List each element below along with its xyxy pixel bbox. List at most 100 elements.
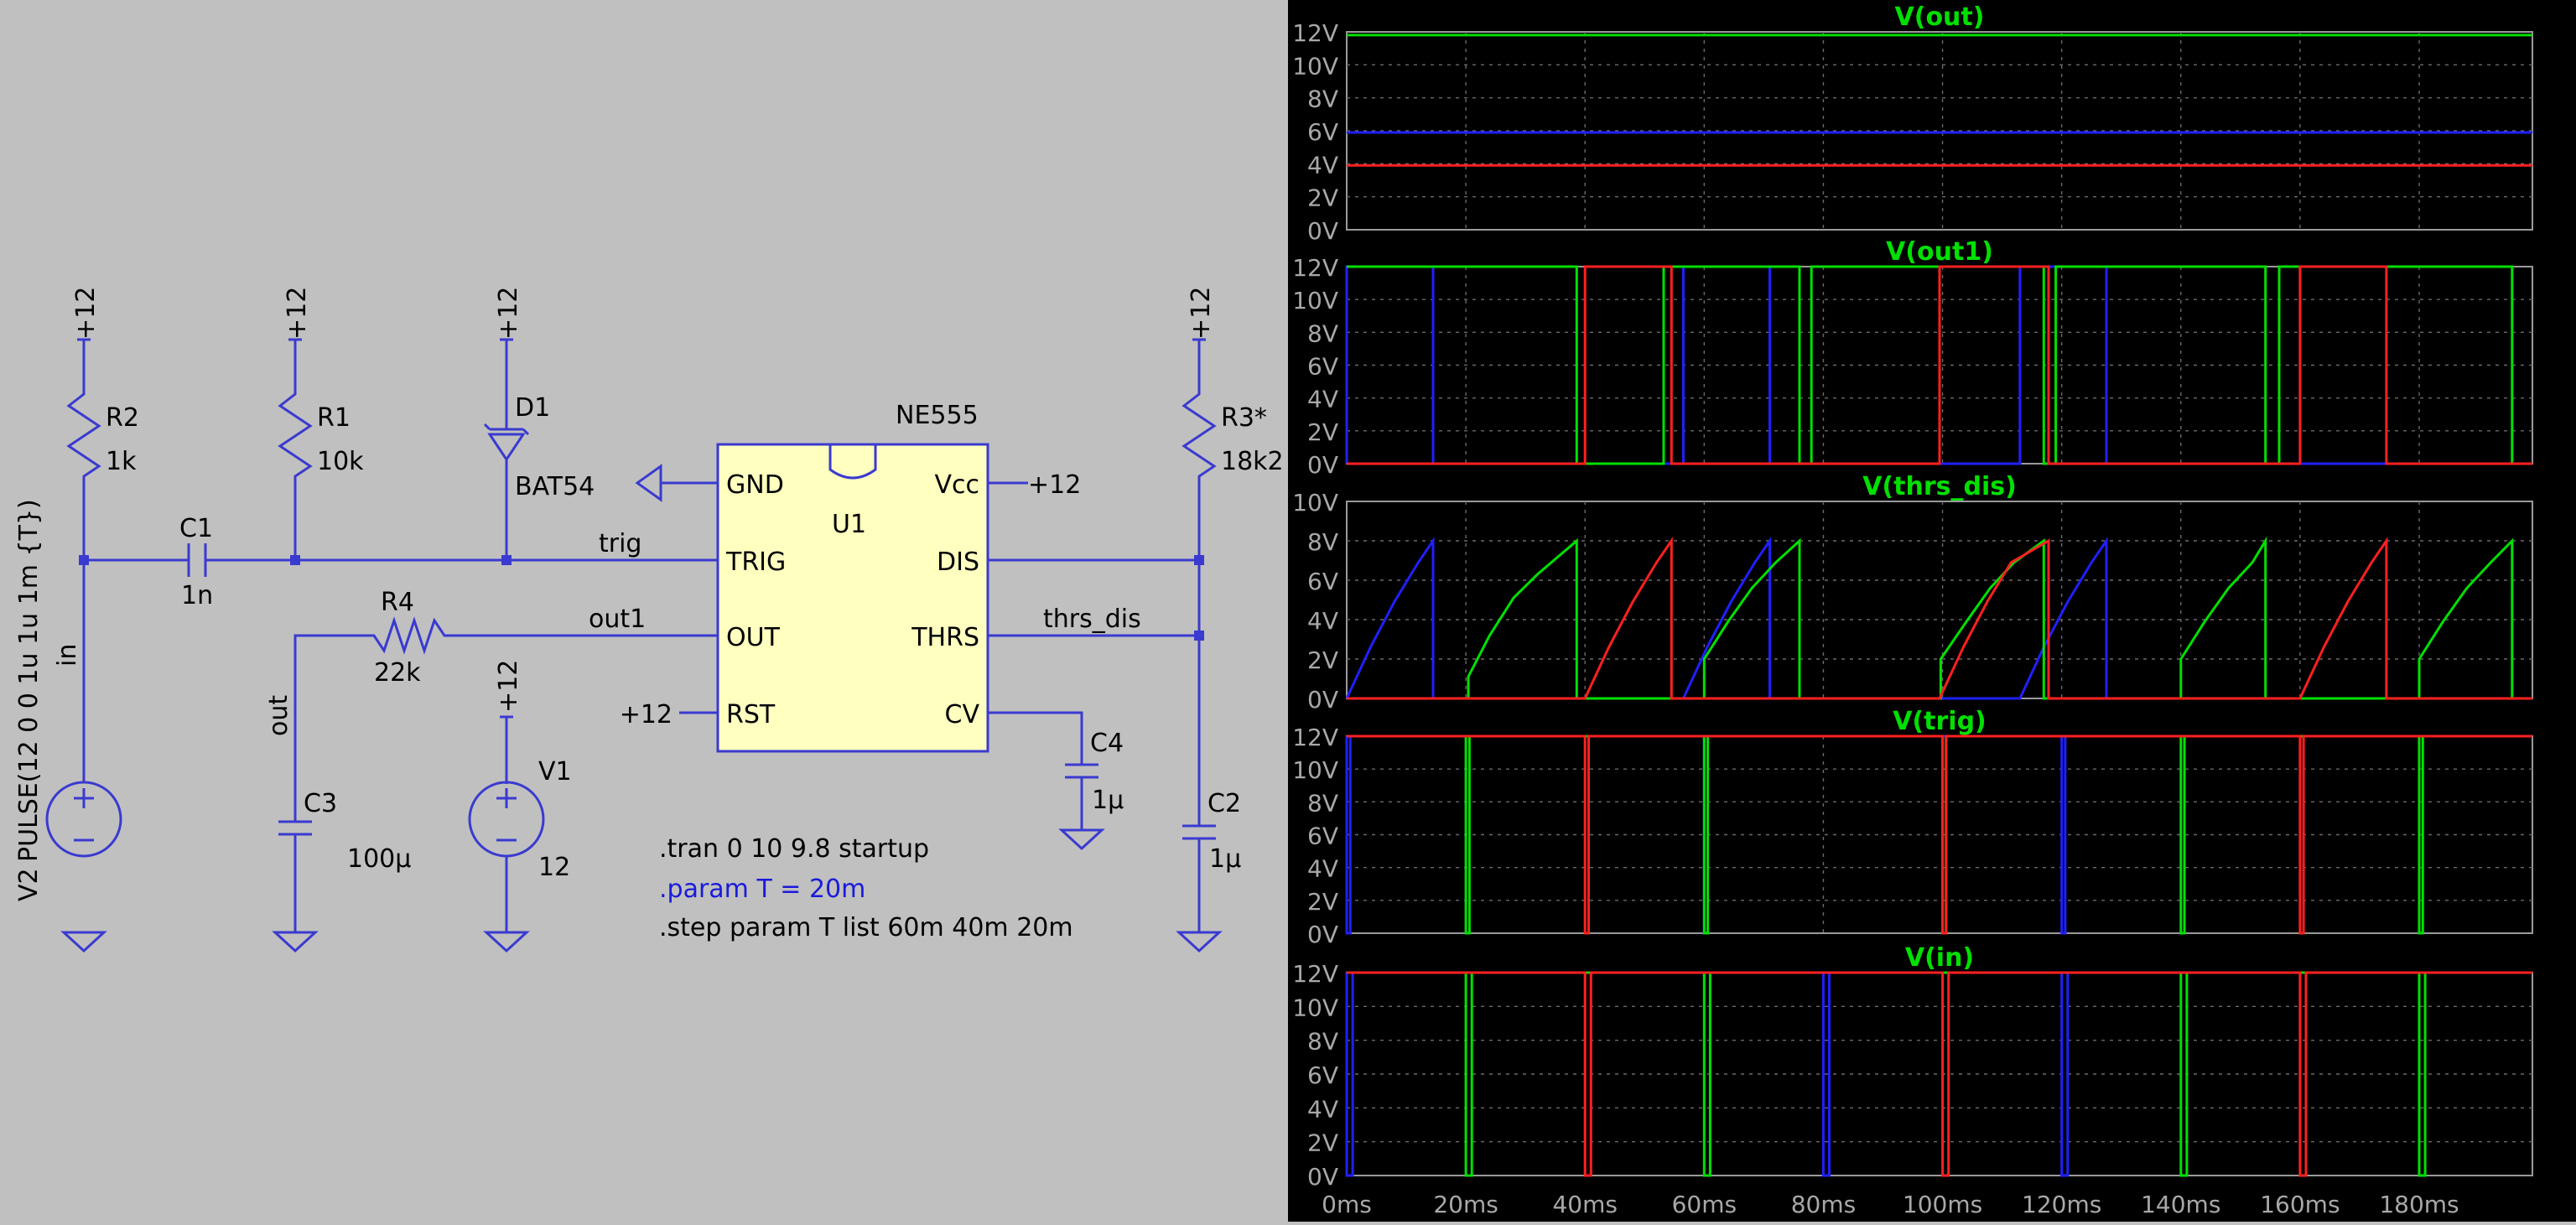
x-tick-label: 20ms [1433, 1191, 1498, 1218]
c3-plates [278, 820, 312, 836]
tran-directive[interactable]: .tran 0 10 9.8 startup [659, 834, 929, 864]
y-tick-label: 4V [1307, 855, 1338, 883]
y-tick-label: 0V [1307, 451, 1338, 479]
y-tick-label: 8V [1307, 1028, 1338, 1056]
c4-ref[interactable]: C4 [1090, 729, 1124, 758]
y-tick-label: 10V [1292, 756, 1338, 784]
y-tick-label: 2V [1307, 646, 1338, 674]
v2-ref[interactable]: V2 [14, 868, 44, 901]
y-tick-label: 0V [1307, 1163, 1338, 1191]
y-tick-label: 4V [1307, 386, 1338, 413]
y-tick-label: 8V [1307, 789, 1338, 817]
pin-rst: RST [726, 700, 776, 729]
y-tick-label: 2V [1307, 888, 1338, 916]
param-directive[interactable]: .param T = 20m [659, 875, 865, 904]
c2-value[interactable]: 1µ [1209, 844, 1241, 874]
v2-value[interactable]: PULSE(12 0 0 1u 1u 1m {T}) [14, 499, 44, 862]
y-tick-label: 6V [1307, 823, 1338, 850]
d1-ref[interactable]: D1 [515, 393, 550, 423]
net-thrs-dis[interactable]: thrs_dis [1043, 605, 1141, 634]
net-out1[interactable]: out1 [589, 605, 646, 634]
u1-ref: U1 [832, 510, 866, 539]
y-tick-label: 10V [1292, 994, 1338, 1021]
ground-v1 [483, 931, 530, 953]
y-tick-label: 6V [1307, 353, 1338, 381]
y-tick-label: 12V [1292, 254, 1338, 282]
schematic-editor[interactable]: NE555 U1 GND TRIG OUT RST Vcc DIS THRS C… [0, 0, 1288, 1222]
y-tick-label: 8V [1307, 319, 1338, 347]
y-tick-label: 2V [1307, 418, 1338, 446]
y-tick-label: 4V [1307, 151, 1338, 179]
c1-value[interactable]: 1n [181, 581, 213, 610]
r3-value[interactable]: 18k2 [1221, 447, 1284, 476]
pin-thrs: THRS [911, 623, 979, 652]
y-tick-label: 4V [1307, 607, 1338, 635]
r1-value[interactable]: 10k [317, 447, 364, 476]
x-tick-label: 140ms [2141, 1191, 2220, 1218]
y-tick-label: 12V [1292, 19, 1338, 47]
y-tick-label: 10V [1292, 489, 1338, 516]
x-tick-label: 180ms [2379, 1191, 2459, 1218]
waveform-viewer[interactable]: 0V 2V 4V 6V 8V 10V 12V V(out) 0V 2V 4V 6V 8V 10V 12V V(… [1288, 0, 2576, 1222]
d1-supply: +12 [494, 287, 523, 340]
c1-ref[interactable]: C1 [179, 514, 213, 543]
ground-c4 [1058, 828, 1105, 851]
waveform-canvas[interactable]: 0V 2V 4V 6V 8V 10V 12V V(out) 0V 2V 4V 6V 8V 10V 12V V(… [1288, 0, 2576, 1222]
r2-supply: +12 [71, 287, 101, 340]
r2-value[interactable]: 1k [106, 447, 137, 476]
pin-cv: CV [945, 700, 980, 729]
y-tick-label: 4V [1307, 1095, 1338, 1123]
c3-value[interactable]: 100µ [347, 844, 411, 874]
net-trig[interactable]: trig [599, 529, 641, 558]
x-tick-label: 80ms [1791, 1191, 1857, 1218]
ground-v2 [60, 931, 107, 953]
u1-part: NE555 [896, 401, 979, 430]
supply-flags [77, 338, 1206, 719]
step-directive[interactable]: .step param T list 60m 40m 20m [659, 913, 1073, 942]
r2-ref[interactable]: R2 [106, 403, 139, 433]
schematic-canvas[interactable]: NE555 U1 GND TRIG OUT RST Vcc DIS THRS C… [0, 0, 1288, 1222]
plot-title-2[interactable]: V(thrs_dis) [1862, 472, 2017, 501]
y-tick-label: 0V [1307, 921, 1338, 948]
x-tick-label: 100ms [1903, 1191, 1982, 1218]
d1-symbol [487, 428, 526, 462]
u1-rst-supply: +12 [620, 700, 673, 729]
c2-ref[interactable]: C2 [1208, 789, 1241, 818]
d1-value[interactable]: BAT54 [515, 472, 595, 501]
c3-ref[interactable]: C3 [304, 789, 337, 818]
net-out[interactable]: out [264, 695, 293, 736]
v1-value[interactable]: 12 [538, 853, 570, 882]
y-tick-label: 6V [1307, 118, 1338, 146]
plot-title-0[interactable]: V(out) [1895, 3, 1985, 32]
u1-gnd-symbol [635, 464, 718, 502]
r1-ref[interactable]: R1 [317, 403, 351, 433]
net-in[interactable]: in [53, 644, 82, 667]
y-tick-label: 2V [1307, 1129, 1338, 1157]
ground-c2 [1176, 931, 1223, 953]
v1-ref[interactable]: V1 [538, 757, 572, 786]
y-tick-label: 8V [1307, 528, 1338, 556]
pin-vcc: Vcc [934, 470, 979, 500]
x-tick-label: 40ms [1552, 1191, 1618, 1218]
c4-plates [1065, 763, 1098, 779]
pin-dis: DIS [937, 548, 979, 577]
y-tick-label: 2V [1307, 184, 1338, 212]
y-tick-label: 8V [1307, 86, 1338, 113]
v1-supply: +12 [494, 660, 523, 713]
r3-ref[interactable]: R3* [1221, 403, 1267, 433]
x-tick-label: 160ms [2260, 1191, 2340, 1218]
u1-vcc-supply: +12 [1028, 470, 1081, 500]
y-tick-label: 6V [1307, 568, 1338, 595]
x-tick-label: 0ms [1322, 1191, 1372, 1218]
c4-value[interactable]: 1µ [1092, 786, 1124, 815]
y-tick-label: 10V [1292, 287, 1338, 314]
plot-title-4[interactable]: V(in) [1905, 943, 1974, 973]
plot-title-1[interactable]: V(out1) [1886, 237, 1993, 267]
pin-trig: TRIG [725, 548, 786, 577]
pin-out: OUT [726, 623, 781, 652]
plot-title-3[interactable]: V(trig) [1893, 707, 1987, 736]
pin-gnd: GND [726, 470, 784, 500]
r4-value[interactable]: 22k [374, 658, 421, 688]
r4-ref[interactable]: R4 [381, 588, 414, 617]
y-tick-label: 0V [1307, 686, 1338, 714]
